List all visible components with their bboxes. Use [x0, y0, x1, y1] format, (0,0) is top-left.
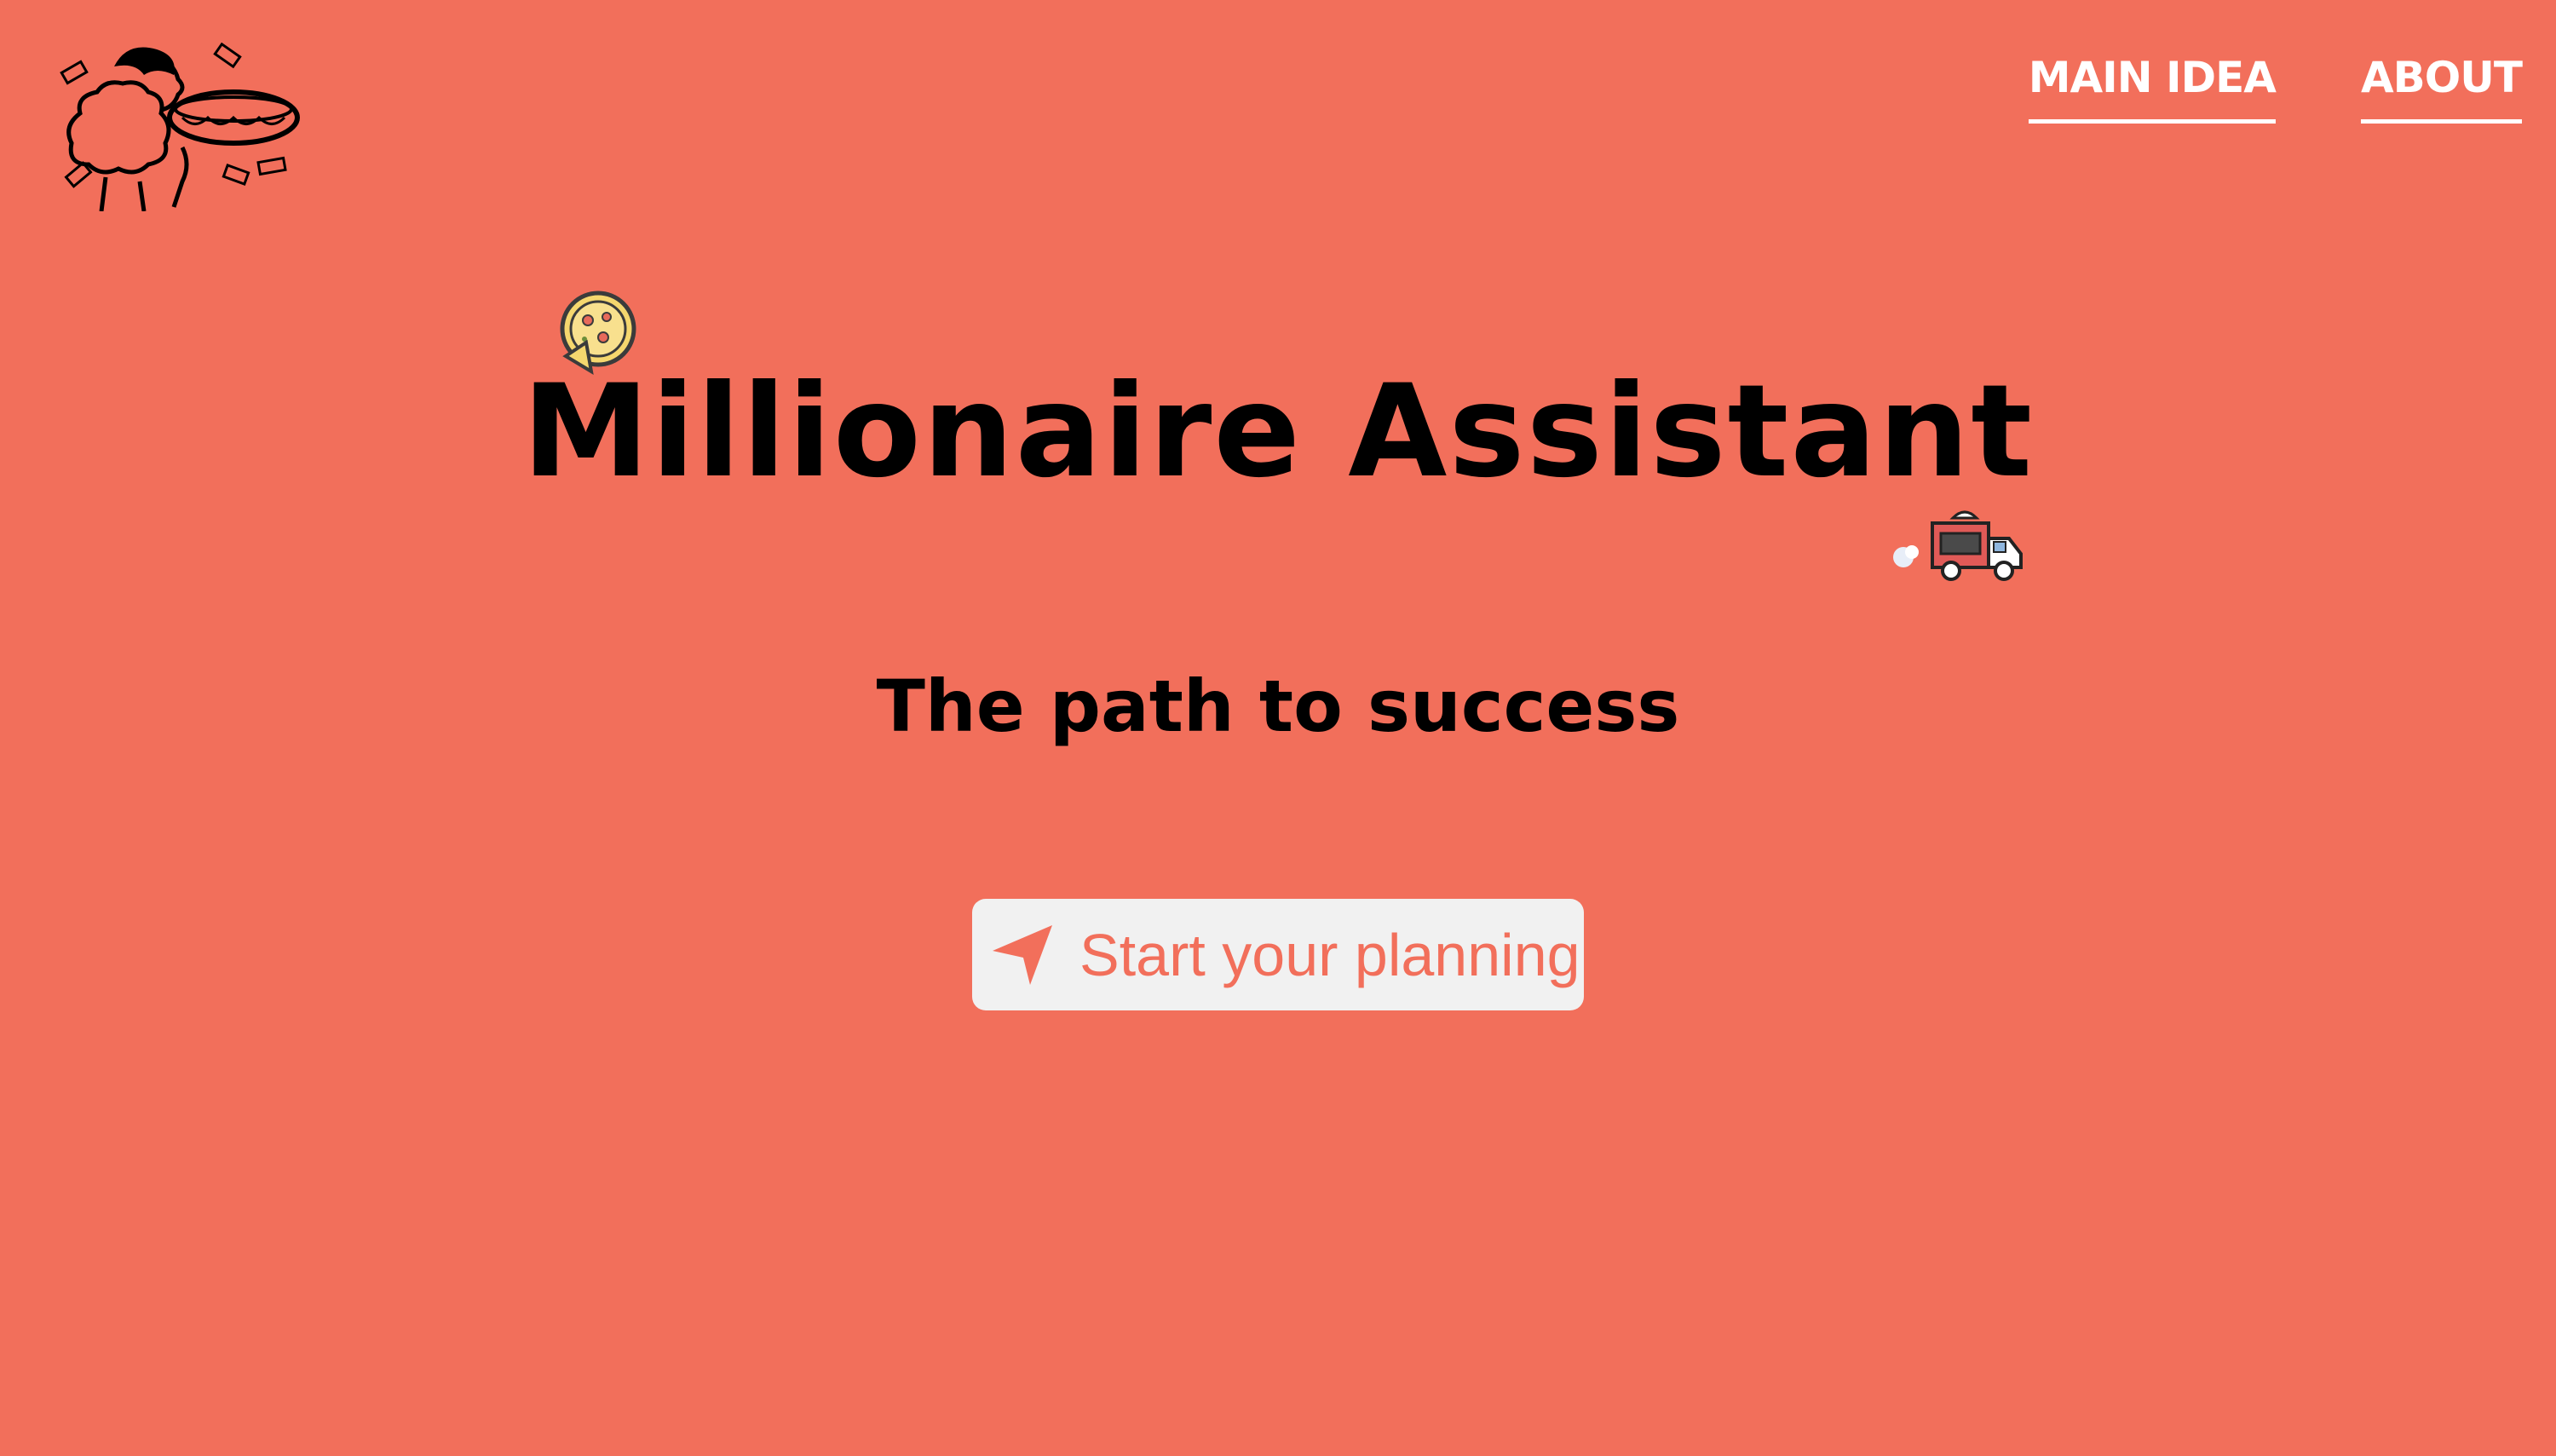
- start-planning-button[interactable]: Start your planning: [972, 899, 1584, 1010]
- food-truck-icon: [1893, 508, 2029, 584]
- nav-link-about[interactable]: ABOUT: [2360, 53, 2523, 124]
- logo[interactable]: [55, 41, 302, 212]
- top-nav: MAIN IDEA ABOUT: [2028, 53, 2523, 124]
- nav-link-main-idea[interactable]: MAIN IDEA: [2028, 53, 2277, 124]
- page-title: Millionaire Assistant: [521, 358, 2035, 506]
- start-planning-label: Start your planning: [1079, 921, 1580, 988]
- page-subtitle: The path to success: [876, 665, 1680, 748]
- hotdog-eater-logo-icon: [60, 42, 300, 212]
- send-arrow-icon: [989, 922, 1056, 988]
